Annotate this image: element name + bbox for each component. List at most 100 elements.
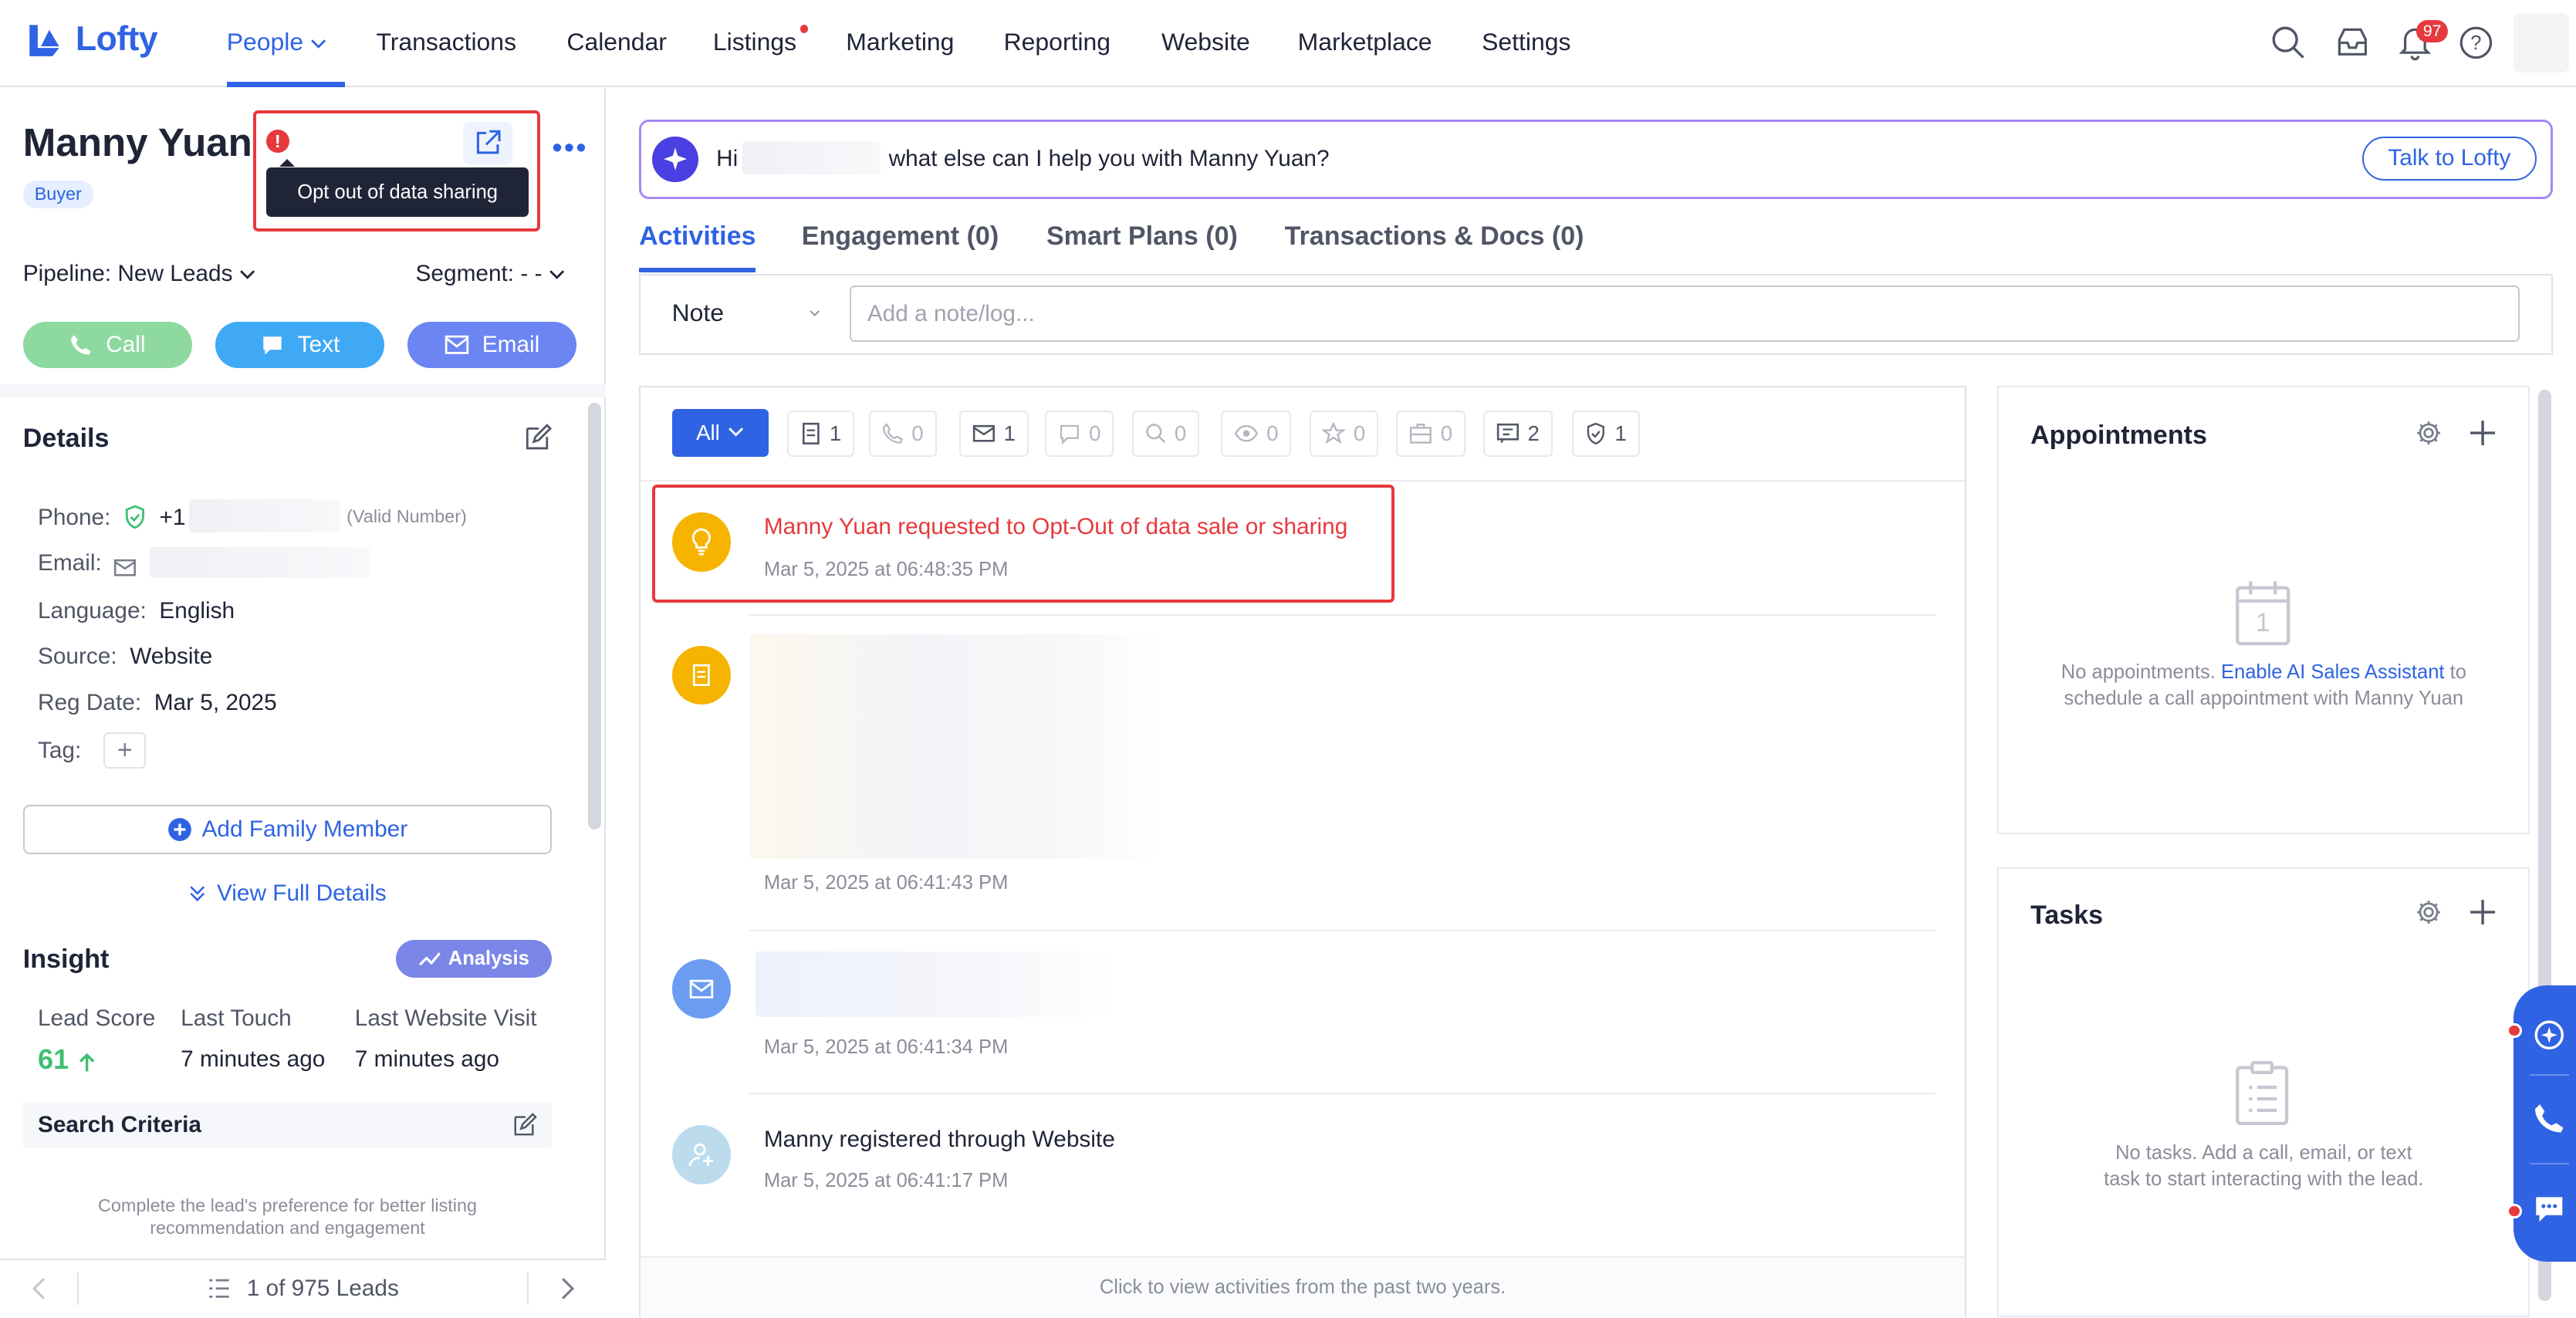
- filter-favorites[interactable]: 0: [1309, 411, 1379, 457]
- edit-criteria-icon[interactable]: [512, 1113, 537, 1137]
- enable-ai-assistant-link[interactable]: Enable AI Sales Assistant: [2221, 661, 2445, 683]
- redacted-user-name: [742, 141, 881, 174]
- share-button[interactable]: [463, 121, 513, 164]
- add-family-member-button[interactable]: Add Family Member: [22, 805, 553, 854]
- call-label: Call: [106, 332, 146, 358]
- email-button[interactable]: Email: [407, 322, 577, 368]
- last-visit-label: Last Website Visit: [354, 1005, 537, 1031]
- dock-divider: [2530, 1163, 2570, 1165]
- ai-sparkle-icon: [652, 136, 698, 183]
- nav-listings[interactable]: Listings: [713, 28, 796, 56]
- redacted-email: [149, 546, 370, 579]
- tab-engagement[interactable]: Engagement (0): [802, 221, 999, 252]
- edit-details-icon[interactable]: [524, 424, 553, 458]
- activity-timestamp: Mar 5, 2025 at 06:41:34 PM: [763, 1036, 1009, 1059]
- tab-activities[interactable]: Activities: [639, 221, 756, 252]
- last-touch-value: 7 minutes ago: [181, 1046, 326, 1072]
- search-icon[interactable]: [2270, 25, 2307, 61]
- filter-emails[interactable]: 1: [959, 411, 1029, 457]
- user-avatar[interactable]: [2513, 13, 2570, 73]
- talk-to-lofty-button[interactable]: Talk to Lofty: [2362, 136, 2537, 181]
- help-icon[interactable]: ?: [2458, 25, 2494, 61]
- chat-dock-icon[interactable]: [2533, 1192, 2566, 1232]
- tag-label: Tag:: [37, 737, 82, 763]
- tab-transactions-docs[interactable]: Transactions & Docs (0): [1285, 221, 1584, 252]
- view-full-label: View Full Details: [216, 880, 387, 906]
- nav-label: People: [226, 28, 304, 56]
- next-lead-icon[interactable]: [527, 1272, 606, 1306]
- highlight-box: [652, 484, 1395, 603]
- call-button[interactable]: Call: [22, 322, 193, 368]
- tasks-settings-gear-icon[interactable]: [2415, 898, 2442, 933]
- active-nav-underline: [226, 82, 346, 87]
- trend-icon: [419, 952, 441, 966]
- analysis-button[interactable]: Analysis: [396, 939, 553, 978]
- past-activities-link[interactable]: Click to view activities from the past t…: [641, 1256, 1965, 1318]
- filter-privacy[interactable]: 1: [1572, 411, 1640, 457]
- nav-settings[interactable]: Settings: [1482, 28, 1570, 56]
- phone-icon: [882, 423, 904, 444]
- filter-count: 0: [1353, 421, 1366, 445]
- nav-reporting[interactable]: Reporting: [1004, 28, 1111, 56]
- filter-transactions[interactable]: 0: [1396, 411, 1465, 457]
- note-input[interactable]: Add a note/log...: [849, 286, 2520, 342]
- chevron-down-icon: [311, 39, 326, 49]
- left-scrollbar[interactable]: [588, 402, 602, 830]
- ai-greeting: Hi: [716, 146, 739, 172]
- source-label: Source:: [37, 644, 117, 670]
- filter-messages[interactable]: 2: [1483, 411, 1553, 457]
- activity-title[interactable]: Manny Yuan requested to Opt-Out of data …: [764, 514, 1347, 540]
- source-row: Source: Website: [38, 644, 212, 670]
- pipeline-selector[interactable]: Pipeline: New Leads: [23, 261, 255, 287]
- nav-marketing[interactable]: Marketing: [846, 28, 954, 56]
- add-appointment-plus-icon[interactable]: [2469, 419, 2497, 454]
- appointments-title: Appointments: [2030, 420, 2207, 450]
- segment-value: - -: [520, 261, 543, 287]
- phone-dock-icon[interactable]: [2533, 1102, 2566, 1142]
- tab-smart-plans[interactable]: Smart Plans (0): [1046, 221, 1238, 252]
- source-value: Website: [130, 644, 213, 670]
- add-task-plus-icon[interactable]: [2469, 898, 2497, 933]
- filter-calls[interactable]: 0: [869, 411, 937, 457]
- phone-row: Phone:: [38, 505, 110, 531]
- chevron-down-icon: [810, 310, 820, 317]
- filter-notes[interactable]: 1: [786, 411, 855, 457]
- nav-website[interactable]: Website: [1161, 28, 1250, 56]
- nav-people[interactable]: People: [227, 28, 327, 56]
- mail-icon: [972, 425, 995, 442]
- lightbulb-icon: [691, 529, 711, 556]
- lead-type-tag: Buyer: [22, 181, 93, 208]
- mail-icon: [689, 979, 714, 999]
- last-touch-label: Last Touch: [181, 1005, 292, 1031]
- email-label: Email:: [37, 550, 102, 576]
- view-full-details-link[interactable]: View Full Details: [188, 880, 387, 907]
- message-icon: [1496, 423, 1520, 444]
- double-chevron-down-icon: [190, 886, 205, 902]
- pipeline-label: Pipeline:: [22, 261, 112, 287]
- activity-title: Manny registered through Website: [763, 1127, 1115, 1153]
- more-options-icon[interactable]: •••: [552, 131, 588, 165]
- analysis-label: Analysis: [448, 947, 529, 969]
- chevron-down-icon: [729, 428, 744, 438]
- add-tag-button[interactable]: +: [103, 732, 147, 769]
- filter-texts[interactable]: 0: [1044, 411, 1114, 457]
- lead-count[interactable]: 1 of 975 Leads: [79, 1276, 527, 1302]
- text-button[interactable]: Text: [215, 322, 385, 368]
- nav-transactions[interactable]: Transactions: [376, 28, 516, 56]
- filter-all-button[interactable]: All: [671, 409, 769, 457]
- appointments-settings-gear-icon[interactable]: [2415, 419, 2442, 454]
- language-value: English: [159, 597, 235, 624]
- activity-timestamp: Mar 5, 2025 at 06:41:17 PM: [763, 1169, 1009, 1191]
- inbox-icon[interactable]: [2334, 25, 2371, 61]
- ai-assistant-dock-icon[interactable]: [2533, 1019, 2566, 1059]
- segment-selector[interactable]: Segment: - -: [416, 261, 566, 287]
- nav-marketplace[interactable]: Marketplace: [1298, 28, 1432, 56]
- filter-searches[interactable]: 0: [1131, 411, 1200, 457]
- warning-icon[interactable]: !: [265, 130, 289, 153]
- lofty-logo[interactable]: Lofty: [26, 20, 158, 59]
- prev-lead-icon[interactable]: [0, 1272, 79, 1306]
- nav-calendar[interactable]: Calendar: [566, 28, 667, 56]
- notification-count-badge: 97: [2416, 19, 2448, 43]
- note-type-select[interactable]: Note: [672, 299, 820, 327]
- filter-views[interactable]: 0: [1220, 411, 1292, 457]
